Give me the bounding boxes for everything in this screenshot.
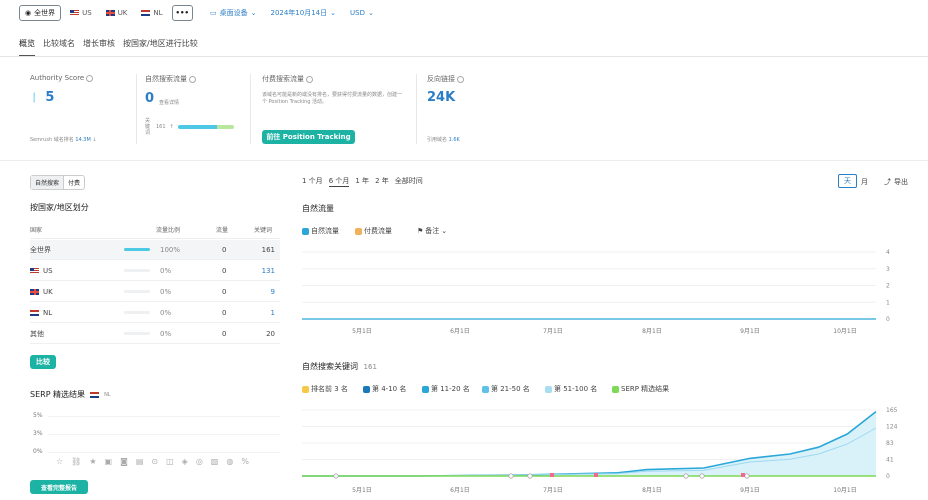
- checkbox-checked-icon: [422, 385, 429, 393]
- y-tick-label: 4: [886, 249, 890, 256]
- y-tick-label: 124: [886, 424, 898, 431]
- checkbox-checked-icon: [545, 385, 552, 393]
- x-tick-label: 7月1日: [543, 328, 563, 335]
- x-tick-label: 9月1日: [740, 487, 760, 494]
- x-tick-label: 10月1日: [833, 487, 856, 494]
- x-tick-label: 6月1日: [450, 328, 470, 335]
- x-tick-label: 8月1日: [642, 487, 662, 494]
- x-tick-label: 5月1日: [352, 328, 372, 335]
- x-tick-label: 9月1日: [740, 328, 760, 335]
- x-tick-label: 10月1日: [833, 328, 856, 335]
- note-marker: [508, 473, 514, 479]
- x-tick-label: 8月1日: [642, 328, 662, 335]
- note-marker: [527, 473, 533, 479]
- x-tick-label: 7月1日: [543, 487, 563, 494]
- y-tick-label: 41: [886, 457, 894, 464]
- keywords-legend-item[interactable]: SERP 精选结果: [612, 384, 669, 394]
- keywords-legend-item[interactable]: 第 51-100 名: [545, 384, 597, 394]
- keywords-count: 161: [363, 363, 377, 371]
- note-marker: [699, 473, 705, 479]
- keywords-legend-item[interactable]: 第 4-10 名: [363, 384, 406, 394]
- keywords-legend-label: 第 11-20 名: [431, 385, 470, 393]
- keywords-legend-item[interactable]: 第 11-20 名: [422, 384, 470, 394]
- y-tick-label: 83: [886, 440, 894, 447]
- y-tick-label: 3: [886, 266, 890, 273]
- keywords-legend-label: 第 51-100 名: [554, 385, 598, 393]
- x-tick-label: 5月1日: [352, 487, 372, 494]
- keywords-legend-item[interactable]: 排名前 3 名: [302, 384, 348, 394]
- note-marker: [683, 473, 689, 479]
- charts-canvas: 4 3 2 1 0 5月1日 6月1日 7月1日 8月1日 9月1日 10月1日 165 124 83 4…: [302, 249, 898, 494]
- keywords-legend-label: SERP 精选结果: [621, 385, 670, 393]
- keywords-chart-title-text: 自然搜索关键词: [302, 362, 358, 371]
- organic-traffic-chart: 4 3 2 1 0 5月1日 6月1日 7月1日 8月1日 9月1日 10月1日: [302, 249, 890, 335]
- event-marker: [594, 473, 598, 477]
- y-tick-label: 0: [886, 316, 890, 323]
- y-tick-label: 1: [886, 299, 890, 306]
- x-tick-label: 6月1日: [450, 487, 470, 494]
- note-marker: [333, 473, 339, 479]
- keywords-legend-label: 排名前 3 名: [311, 385, 348, 393]
- checkbox-checked-icon: [612, 385, 619, 393]
- y-tick-label: 165: [886, 407, 898, 414]
- keywords-chart-title: 自然搜索关键词 161: [302, 361, 377, 372]
- event-marker: [741, 473, 745, 477]
- checkbox-checked-icon: [363, 385, 370, 393]
- y-tick-label: 0: [886, 473, 890, 480]
- event-marker: [550, 473, 554, 477]
- keywords-legend-item[interactable]: 第 21-50 名: [482, 384, 530, 394]
- note-marker: [744, 473, 750, 479]
- organic-keywords-chart: 165 124 83 41 0 5月1日 6月1日 7月1日 8月1日 9月1日 10月1日: [302, 407, 898, 494]
- y-tick-label: 2: [886, 283, 890, 290]
- checkbox-checked-icon: [302, 385, 309, 393]
- keywords-legend-label: 第 21-50 名: [491, 385, 530, 393]
- checkbox-checked-icon: [482, 385, 489, 393]
- area-51-100: [302, 411, 876, 476]
- keywords-legend-label: 第 4-10 名: [372, 385, 407, 393]
